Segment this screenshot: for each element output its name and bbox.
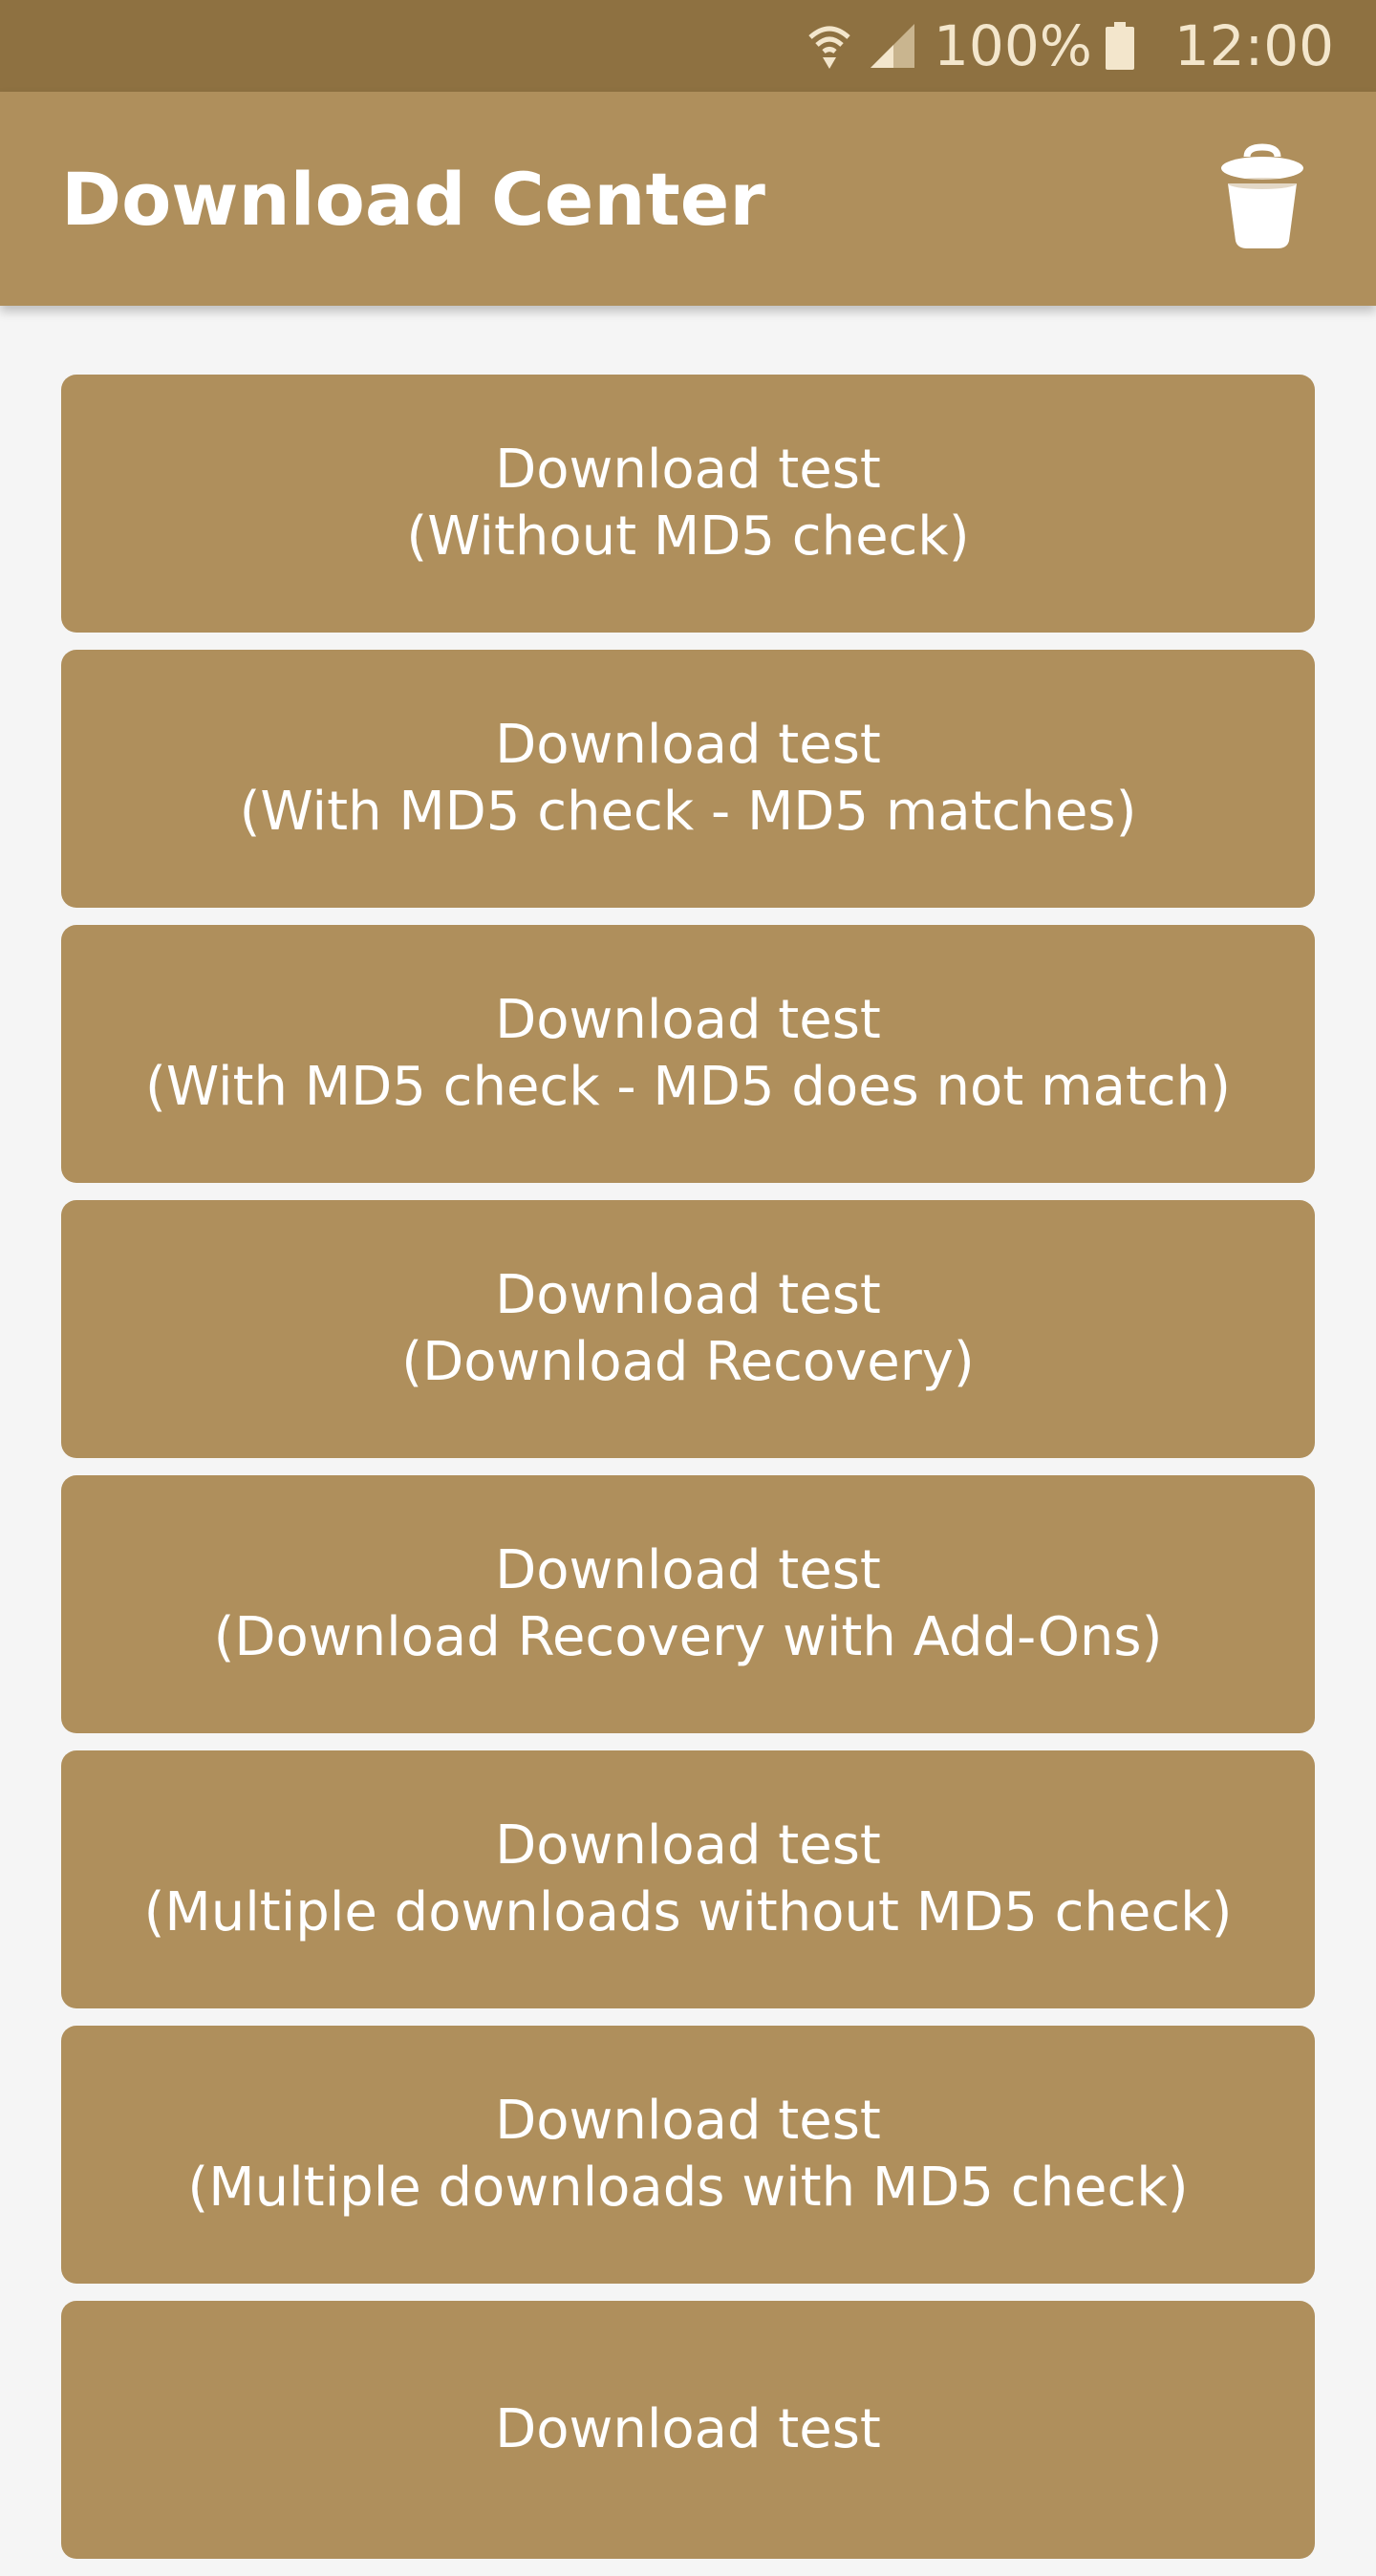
download-test-button-multiple-md5[interactable]: Download test (Multiple downloads with M… (61, 2026, 1315, 2284)
button-subtitle: (With MD5 check - MD5 does not match) (145, 1056, 1231, 1118)
button-title: Download test (495, 2090, 881, 2152)
button-list: Download test (Without MD5 check) Downlo… (61, 375, 1315, 2576)
button-subtitle: (Without MD5 check) (406, 505, 970, 568)
download-test-button-no-md5[interactable]: Download test (Without MD5 check) (61, 375, 1315, 633)
button-title: Download test (495, 439, 881, 501)
download-test-button-multiple-no-md5[interactable]: Download test (Multiple downloads withou… (61, 1750, 1315, 2008)
signal-icon (869, 22, 916, 70)
button-title: Download test (495, 1539, 881, 1601)
battery-icon (1105, 22, 1134, 70)
button-subtitle: (Multiple downloads with MD5 check) (187, 2157, 1189, 2219)
button-subtitle: (Multiple downloads without MD5 check) (143, 1881, 1233, 1943)
delete-all-button[interactable] (1210, 137, 1315, 261)
button-title: Download test (495, 714, 881, 776)
button-title: Download test (495, 1264, 881, 1326)
battery-percent: 100% (934, 13, 1092, 78)
trash-icon (1218, 143, 1306, 254)
button-title: Download test (495, 1814, 881, 1877)
page-title: Download Center (61, 156, 765, 242)
button-subtitle: (Download Recovery) (401, 1331, 975, 1393)
download-test-button-recovery[interactable]: Download test (Download Recovery) (61, 1200, 1315, 1458)
status-bar: 100% 12:00 (0, 0, 1376, 92)
clock: 12:00 (1173, 13, 1334, 78)
button-title: Download test (495, 2398, 881, 2460)
wifi-icon (807, 22, 851, 70)
download-test-button-recovery-addons[interactable]: Download test (Download Recovery with Ad… (61, 1475, 1315, 1733)
download-test-button-md5-mismatch[interactable]: Download test (With MD5 check - MD5 does… (61, 925, 1315, 1183)
button-subtitle: (With MD5 check - MD5 matches) (239, 781, 1137, 843)
button-subtitle: (Download Recovery with Add-Ons) (213, 1606, 1163, 1668)
app-bar: Download Center (0, 92, 1376, 306)
download-test-button-md5-match[interactable]: Download test (With MD5 check - MD5 matc… (61, 650, 1315, 908)
download-test-button-partial[interactable]: Download test (61, 2301, 1315, 2559)
button-title: Download test (495, 989, 881, 1051)
